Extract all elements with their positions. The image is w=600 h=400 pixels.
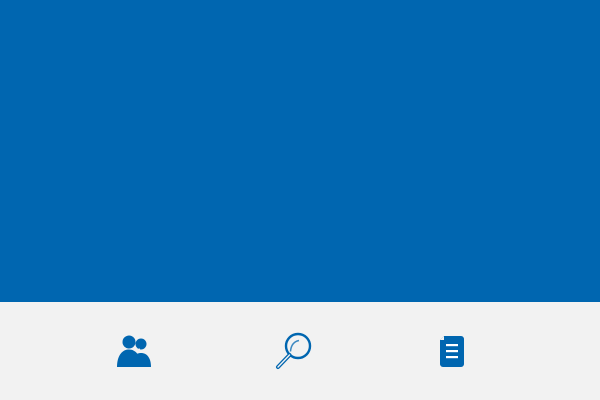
document-icon <box>440 336 464 367</box>
hero-panel <box>0 0 600 302</box>
bottom-navigation-bar <box>0 302 600 400</box>
nav-item-contacts[interactable] <box>95 302 175 400</box>
app-screen <box>0 0 600 400</box>
nav-item-documents[interactable] <box>412 302 492 400</box>
contacts-icon <box>117 335 151 368</box>
search-icon <box>276 332 312 369</box>
nav-item-search[interactable] <box>254 302 334 400</box>
